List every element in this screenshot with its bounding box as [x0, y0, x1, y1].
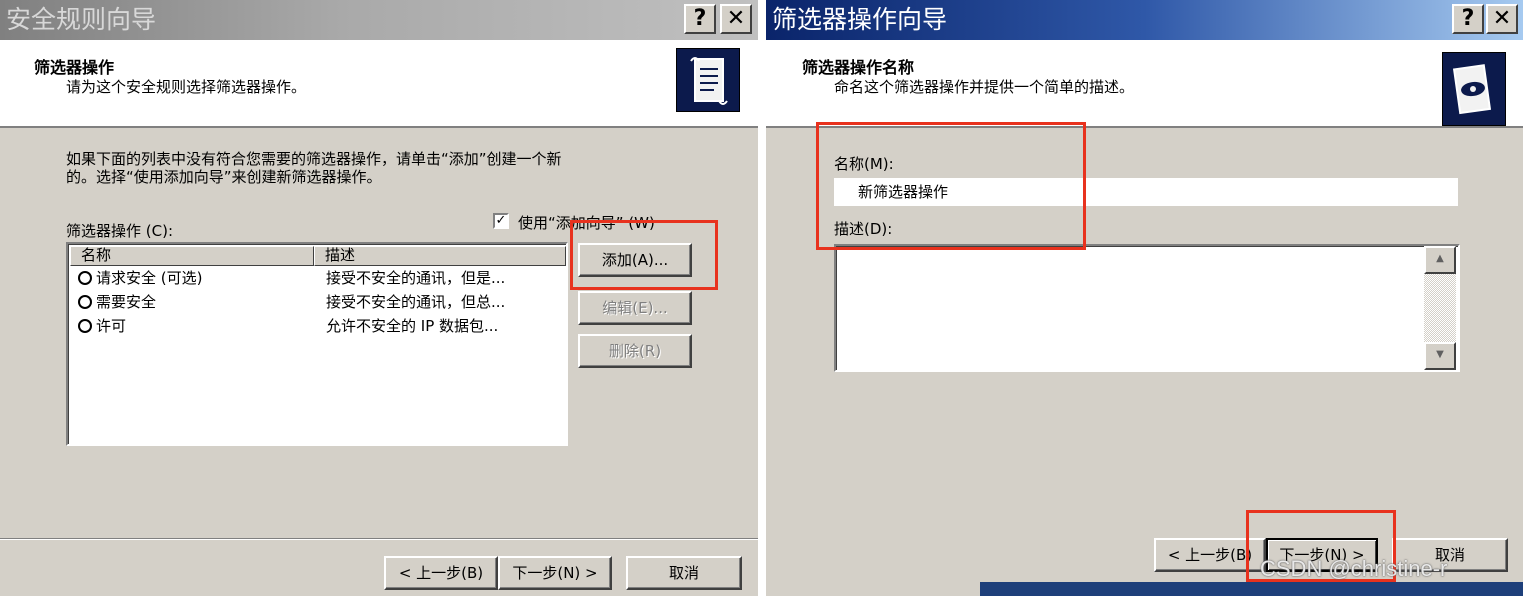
list-item[interactable]: 需要安全 [78, 290, 156, 314]
left-window-title: 安全规则向导 [6, 5, 157, 34]
certificate-scroll-icon [1442, 52, 1506, 126]
list-item[interactable]: 许可 [78, 314, 126, 338]
right-window-title: 筛选器操作向导 [772, 5, 948, 34]
back-button[interactable]: < 上一步(B) [1154, 538, 1266, 572]
next-button[interactable]: 下一步(N) > [498, 556, 612, 590]
column-header-name[interactable]: 名称 [70, 246, 314, 266]
list-item[interactable]: 请求安全 (可选) [78, 266, 202, 290]
list-item-name: 需要安全 [96, 293, 157, 311]
name-input[interactable]: 新筛选器操作 [834, 178, 1458, 206]
right-title-bar: 筛选器操作向导 ? ✕ [766, 0, 1523, 40]
scroll-document-icon [676, 48, 740, 112]
footer-separator [0, 538, 758, 540]
left-wizard-header: 筛选器操作 请为这个安全规则选择筛选器操作。 [0, 40, 758, 128]
right-help-button[interactable]: ? [1452, 4, 1484, 34]
description-label: 描述(D): [834, 220, 893, 238]
left-header-title: 筛选器操作 [34, 58, 115, 77]
add-button[interactable]: 添加(A)... [578, 243, 692, 277]
left-close-button[interactable]: ✕ [720, 4, 752, 34]
radio-icon[interactable] [78, 319, 92, 333]
instruction-line-2: 的。选择“使用添加向导”来创建新筛选器操作。 [66, 168, 382, 186]
left-help-button[interactable]: ? [684, 4, 716, 34]
right-header-title: 筛选器操作名称 [802, 58, 915, 77]
right-close-button[interactable]: ✕ [1486, 4, 1518, 34]
radio-icon[interactable] [78, 271, 92, 285]
background-window-fragment [766, 582, 980, 596]
edit-button[interactable]: 编辑(E)... [578, 291, 692, 325]
delete-button[interactable]: 删除(R) [578, 334, 692, 368]
filter-action-list-label: 筛选器操作 (C): [66, 222, 174, 240]
list-item-name: 许可 [96, 317, 127, 335]
list-item-name: 请求安全 (可选) [96, 269, 203, 287]
scroll-up-icon[interactable]: ▲ [1424, 246, 1456, 274]
list-item-description: 接受不安全的通讯，但总... [326, 293, 506, 311]
left-header-subtitle: 请为这个安全规则选择筛选器操作。 [66, 78, 307, 96]
list-item-description: 允许不安全的 IP 数据包... [326, 317, 499, 335]
filter-action-wizard-window: 筛选器操作向导 ? ✕ 筛选器操作名称 命名这个筛选器操作并提供一个简单的描述。… [764, 0, 1523, 596]
security-rule-wizard-window: 安全规则向导 ? ✕ 筛选器操作 请为这个安全规则选择筛选器操作。 如果下面的列… [0, 0, 758, 596]
scroll-down-icon[interactable]: ▼ [1424, 342, 1456, 370]
list-item-description: 接受不安全的通讯，但是... [326, 269, 506, 287]
watermark-text: CSDN @christine-r [1260, 556, 1448, 581]
right-header-subtitle: 命名这个筛选器操作并提供一个简单的描述。 [834, 78, 1135, 96]
back-button[interactable]: < 上一步(B) [384, 556, 498, 590]
name-label: 名称(M): [834, 155, 894, 173]
filter-action-listview[interactable]: 名称 描述 请求安全 (可选) 接受不安全的通讯，但是... 需要安全 接受不安… [66, 242, 568, 446]
column-header-description[interactable]: 描述 [314, 246, 566, 266]
right-wizard-header: 筛选器操作名称 命名这个筛选器操作并提供一个简单的描述。 [766, 40, 1523, 128]
use-wizard-checkbox[interactable]: ✓ [493, 213, 509, 229]
radio-icon[interactable] [78, 295, 92, 309]
cancel-button[interactable]: 取消 [626, 556, 742, 590]
use-wizard-label[interactable]: 使用“添加向导” (W) [518, 212, 655, 233]
description-textarea[interactable] [834, 244, 1460, 372]
background-window-fragment [980, 582, 1523, 596]
description-scrollbar[interactable]: ▲ ▼ [1424, 246, 1456, 370]
left-title-bar: 安全规则向导 ? ✕ [0, 0, 758, 40]
